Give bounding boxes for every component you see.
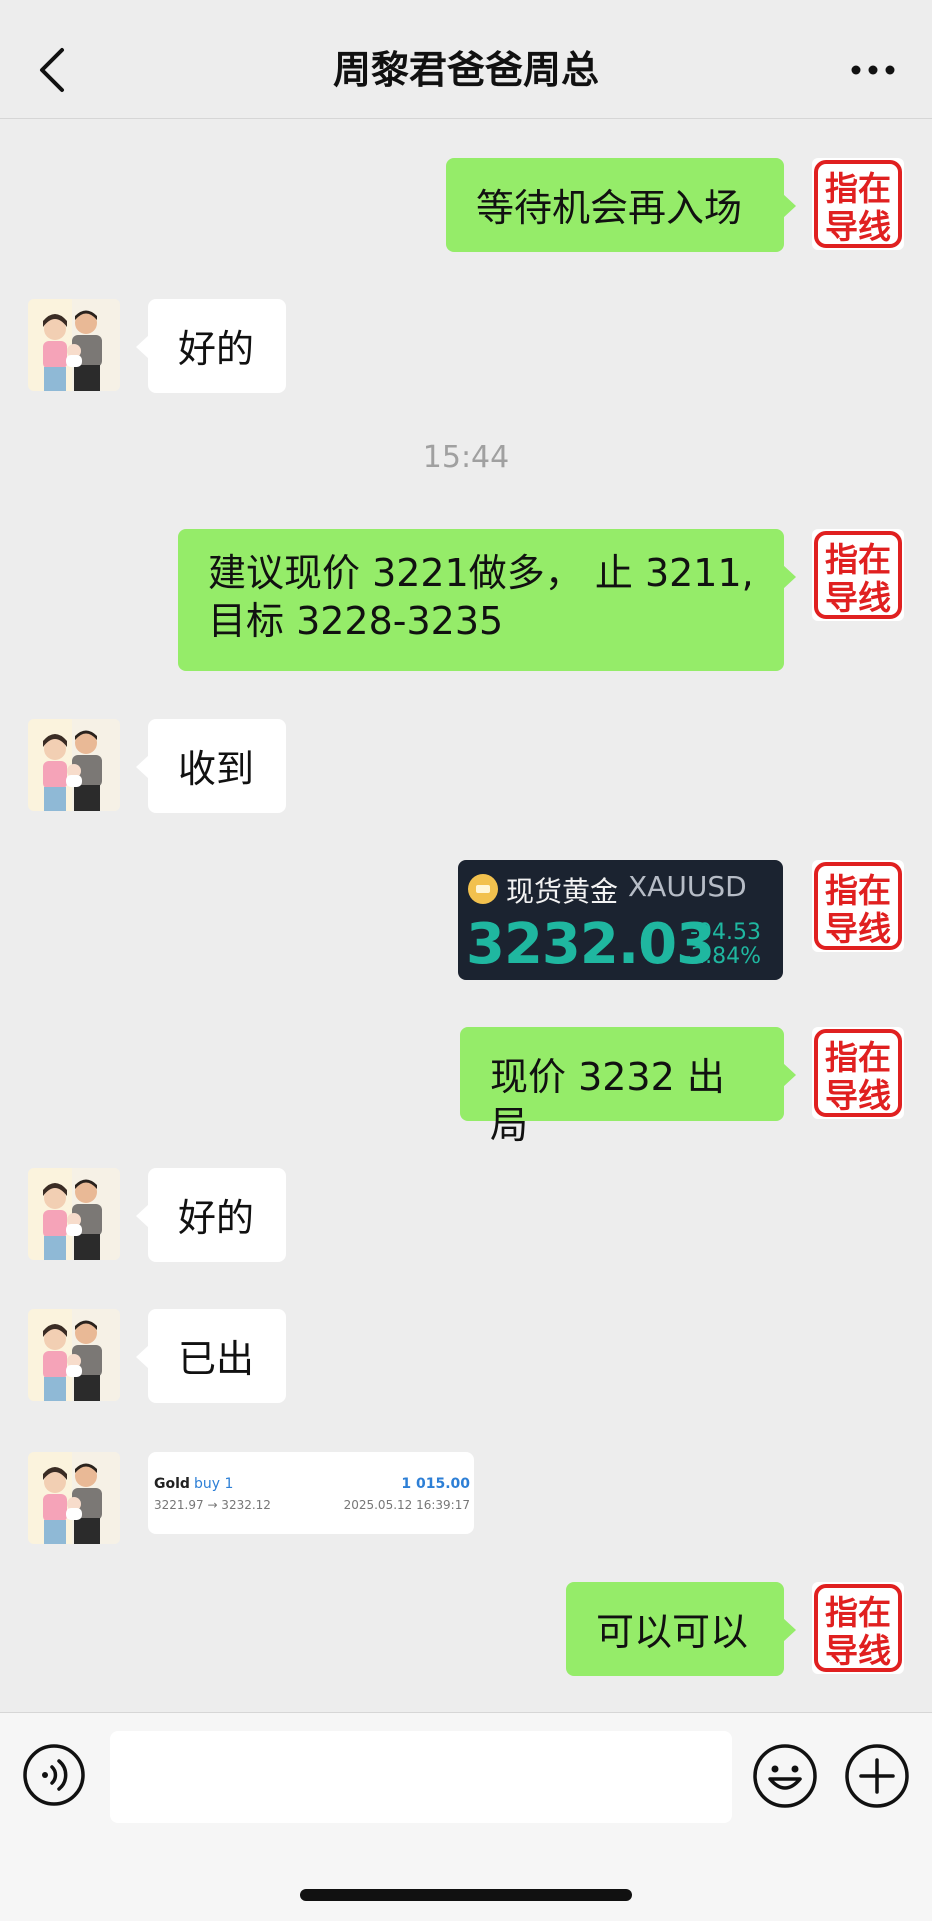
- gold-card-price: 3232.03: [466, 912, 715, 977]
- svg-text:导线: 导线: [825, 1076, 891, 1115]
- message-bubble-other[interactable]: 好的: [136, 299, 286, 393]
- family-portrait-icon: [28, 1168, 120, 1260]
- message-bubble-self[interactable]: 建议现价 3221做多， 止 3211, 目标 3228-3235: [178, 529, 796, 671]
- self-avatar[interactable]: 指在 导线: [812, 529, 904, 621]
- message-text: 可以可以: [596, 1610, 749, 1654]
- message-text: 等待机会再入场: [476, 186, 743, 230]
- message-text: 已出: [178, 1337, 255, 1381]
- gold-coin-icon: [468, 874, 498, 904]
- svg-text:指在: 指在: [825, 1593, 891, 1632]
- family-portrait-icon: [28, 719, 120, 811]
- self-avatar[interactable]: 指在 导线: [812, 860, 904, 952]
- self-avatar[interactable]: 指在 导线: [812, 158, 904, 250]
- emoji-icon[interactable]: [752, 1743, 818, 1809]
- svg-text:指在: 指在: [825, 1038, 891, 1077]
- message-timestamp: 15:44: [422, 440, 510, 475]
- message-bubble-other[interactable]: 已出: [136, 1309, 286, 1403]
- svg-text:导线: 导线: [825, 909, 891, 948]
- home-indicator: [300, 1889, 632, 1901]
- message-text-line-2: 目标 3228-3235: [208, 599, 504, 643]
- voice-input-icon[interactable]: [22, 1743, 86, 1807]
- contact-avatar[interactable]: [28, 1452, 120, 1544]
- more-options-icon[interactable]: [848, 50, 898, 90]
- message-bubble-other[interactable]: 收到: [136, 719, 286, 813]
- contact-avatar[interactable]: [28, 1309, 120, 1401]
- family-portrait-icon: [28, 299, 120, 391]
- family-portrait-icon: [28, 1452, 120, 1544]
- message-text-line-1: 建议现价 3221做多， 止 3211,: [208, 551, 754, 595]
- seal-stamp-icon: 指在导线: [814, 160, 902, 248]
- svg-text:导线: 导线: [825, 1631, 891, 1670]
- contact-avatar[interactable]: [28, 299, 120, 391]
- chat-title: 周黎君爸爸周总: [332, 48, 599, 92]
- seal-stamp-icon: 指在导线: [814, 531, 902, 619]
- svg-text:导线: 导线: [825, 578, 891, 617]
- trade-time: 2025.05.12 16:39:17: [343, 1498, 470, 1512]
- gold-card-name: 现货黄金: [506, 875, 619, 908]
- add-more-icon[interactable]: [844, 1743, 910, 1809]
- message-input[interactable]: [110, 1731, 732, 1823]
- seal-stamp-icon: 指在导线: [814, 1029, 902, 1117]
- message-bubble-self[interactable]: 现价 3232 出局: [460, 1027, 796, 1147]
- svg-text:导线: 导线: [825, 207, 891, 246]
- message-text: 收到: [178, 747, 255, 791]
- message-bubble-other[interactable]: 好的: [136, 1168, 286, 1262]
- trade-symbol: Gold: [154, 1476, 190, 1492]
- message-text: 好的: [178, 1196, 255, 1240]
- message-text: 好的: [178, 327, 255, 371]
- message-bubble-self[interactable]: 可以可以: [566, 1582, 796, 1676]
- trade-record-card[interactable]: Gold buy 1 1 015.00 3221.97 → 3232.12 20…: [148, 1452, 474, 1534]
- chat-header: 周黎君爸爸周总: [0, 0, 932, 119]
- seal-stamp-icon: 指在导线: [814, 1584, 902, 1672]
- trade-direction: buy 1: [194, 1476, 234, 1492]
- contact-avatar[interactable]: [28, 1168, 120, 1260]
- svg-text:指在: 指在: [825, 871, 891, 910]
- self-avatar[interactable]: 指在 导线: [812, 1027, 904, 1119]
- self-avatar[interactable]: 指在 导线: [812, 1582, 904, 1674]
- gold-card-change: -94.53: [690, 920, 761, 945]
- gold-price-card[interactable]: 现货黄金 XAUUSD 3232.03 -94.53 -2.84%: [458, 860, 783, 980]
- trade-profit: 1 015.00: [401, 1476, 470, 1492]
- svg-text:指在: 指在: [825, 169, 891, 208]
- family-portrait-icon: [28, 1309, 120, 1401]
- gold-card-symbol: XAUUSD: [628, 870, 747, 903]
- message-text: 现价 3232 出局: [490, 1055, 725, 1147]
- trade-price-range: 3221.97 → 3232.12: [154, 1498, 271, 1512]
- contact-avatar[interactable]: [28, 719, 120, 811]
- seal-stamp-icon: 指在导线: [814, 862, 902, 950]
- svg-text:指在: 指在: [825, 540, 891, 579]
- chat-input-bar: [0, 1712, 932, 1921]
- message-bubble-self[interactable]: 等待机会再入场: [446, 158, 796, 252]
- gold-card-change-percent: -2.84%: [683, 944, 761, 969]
